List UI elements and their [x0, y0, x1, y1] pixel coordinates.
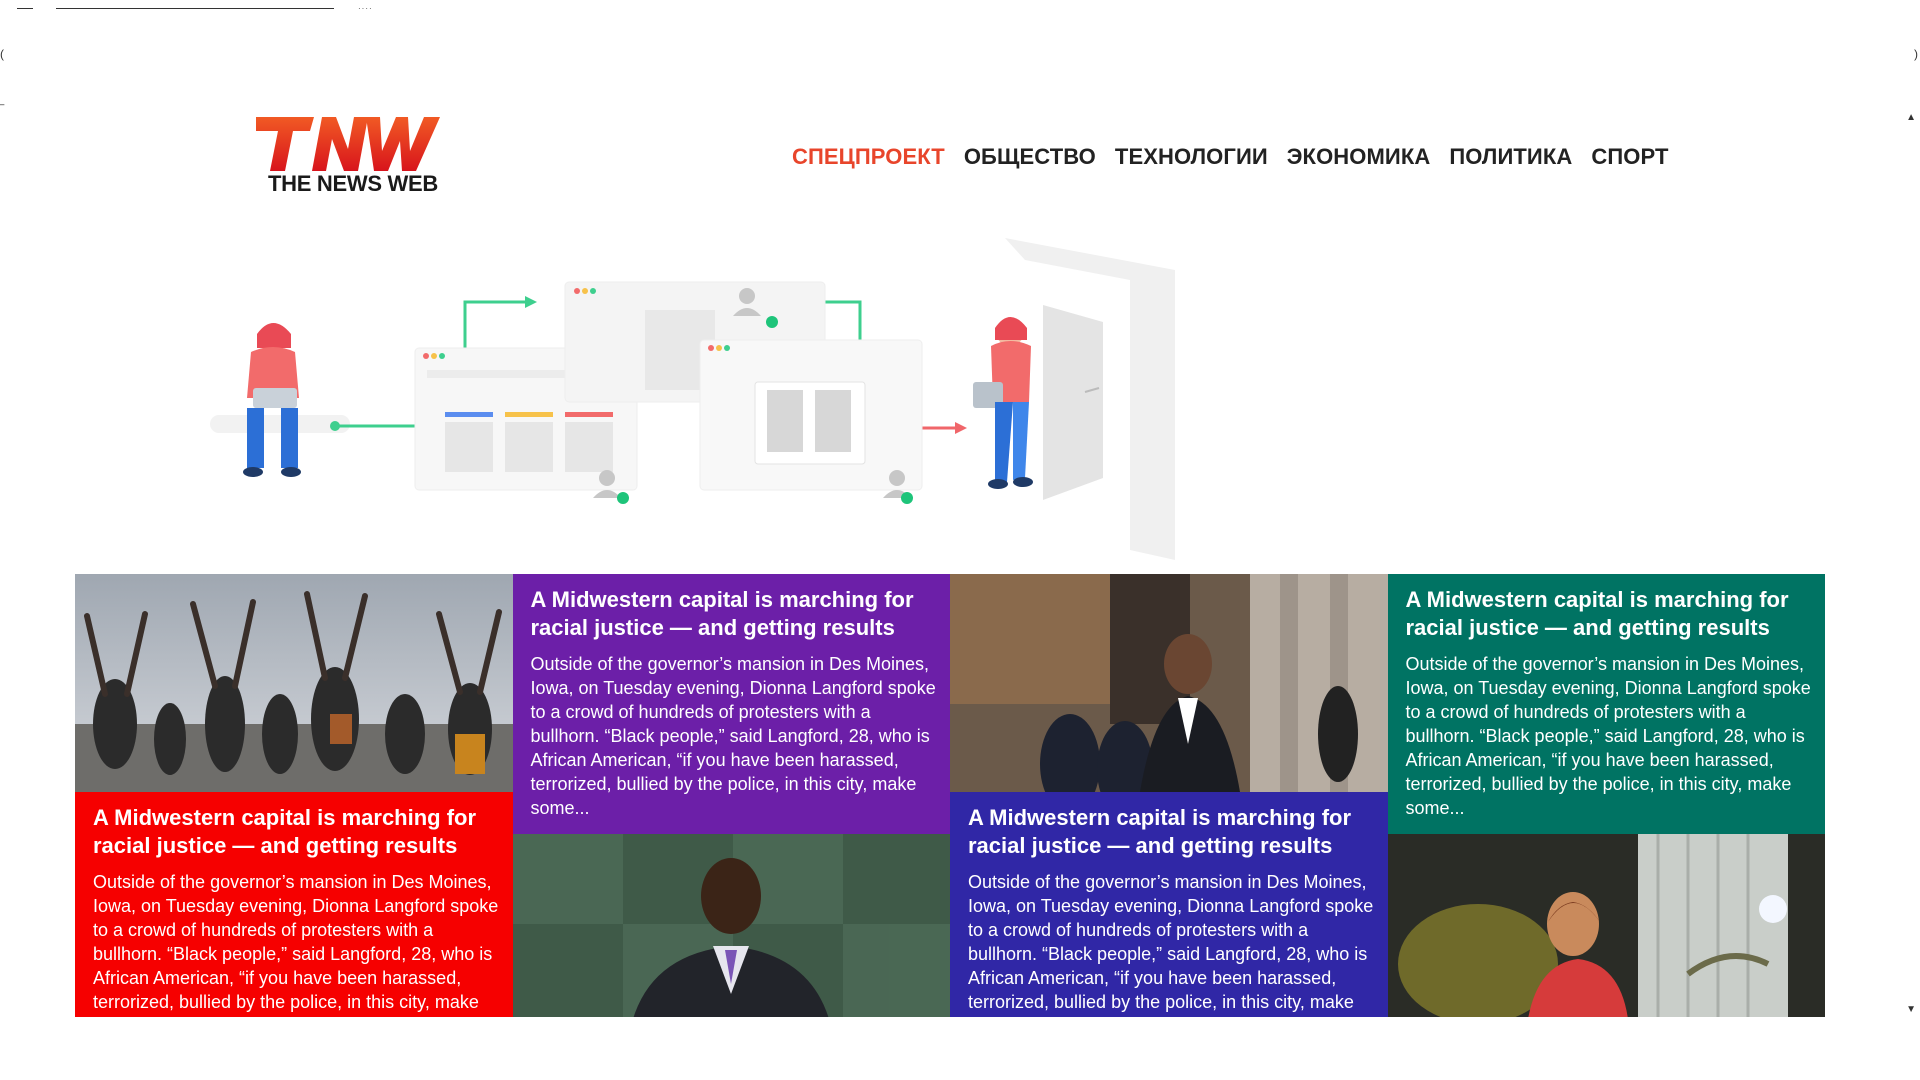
news-card[interactable]: A Midwestern capital is marching for rac… — [950, 574, 1388, 1017]
workflow-illustration-icon — [210, 238, 1175, 560]
news-card-excerpt: Outside of the governor’s mansion in Des… — [1405, 654, 1811, 818]
window-tab-underline — [56, 8, 334, 9]
speaker-photo-icon — [512, 834, 950, 1017]
speaker-at-podium-photo[interactable] — [512, 834, 950, 1017]
window-dots-icon: ···· — [358, 4, 373, 13]
protest-photo-icon — [75, 574, 513, 792]
news-card-title[interactable]: A Midwestern capital is marching for rac… — [93, 804, 503, 860]
nav-item-technology[interactable]: ТЕХНОЛОГИИ — [1115, 144, 1268, 170]
news-card-text: A Midwestern capital is marching for rac… — [1387, 574, 1825, 834]
man-with-officers-photo[interactable] — [950, 574, 1388, 792]
scroll-up-arrow-icon[interactable]: ▲ — [1906, 112, 1916, 123]
logo-tagline: THE NEWS WEB — [268, 171, 438, 196]
nav-item-politics[interactable]: ПОЛИТИКА — [1449, 144, 1572, 170]
window-edge-line — [17, 8, 33, 9]
news-card[interactable]: A Midwestern capital is marching for rac… — [512, 574, 950, 1017]
news-card[interactable]: A Midwestern capital is marching for rac… — [1387, 574, 1825, 1017]
news-card-excerpt: Outside of the governor’s mansion in Des… — [93, 872, 499, 1017]
site-logo[interactable]: THE NEWS WEB — [256, 115, 446, 200]
left-edge-line-icon: ‾ — [0, 103, 4, 117]
rotunda-photo-icon — [950, 574, 1388, 792]
nav-item-economy[interactable]: ЭКОНОМИКА — [1287, 144, 1431, 170]
nav-item-society[interactable]: ОБЩЕСТВО — [964, 144, 1096, 170]
person-leaving-icon — [973, 317, 1033, 489]
news-card-text: A Midwestern capital is marching for rac… — [75, 792, 513, 1017]
news-card-excerpt: Outside of the governor’s mansion in Des… — [968, 872, 1374, 1017]
right-edge-mark-icon: ) — [1914, 47, 1918, 61]
person-with-laptop-icon — [243, 323, 301, 477]
woman-at-desk-photo[interactable] — [1387, 834, 1825, 1017]
news-card[interactable]: A Midwestern capital is marching for rac… — [75, 574, 513, 1017]
main-navigation: СПЕЦПРОЕКТ ОБЩЕСТВО ТЕХНОЛОГИИ ЭКОНОМИКА… — [792, 144, 1668, 170]
news-card-grid: A Midwestern capital is marching for rac… — [75, 574, 1825, 1017]
news-card-text: A Midwestern capital is marching for rac… — [950, 792, 1388, 1017]
news-card-title[interactable]: A Midwestern capital is marching for rac… — [531, 586, 941, 642]
left-edge-mark-icon: ( — [0, 47, 4, 61]
news-card-text: A Midwestern capital is marching for rac… — [512, 574, 950, 834]
nav-item-specproject[interactable]: СПЕЦПРОЕКТ — [792, 144, 945, 170]
news-card-excerpt: Outside of the governor’s mansion in Des… — [530, 654, 936, 818]
tnw-logo-icon — [256, 117, 440, 171]
protest-crowd-photo[interactable] — [75, 574, 513, 792]
hero-illustration — [195, 230, 1195, 565]
desk-photo-icon — [1387, 834, 1825, 1017]
news-card-title[interactable]: A Midwestern capital is marching for rac… — [968, 804, 1378, 860]
scroll-down-arrow-icon[interactable]: ▼ — [1906, 1004, 1916, 1015]
nav-item-sport[interactable]: СПОРТ — [1591, 144, 1668, 170]
news-card-title[interactable]: A Midwestern capital is marching for rac… — [1406, 586, 1816, 642]
